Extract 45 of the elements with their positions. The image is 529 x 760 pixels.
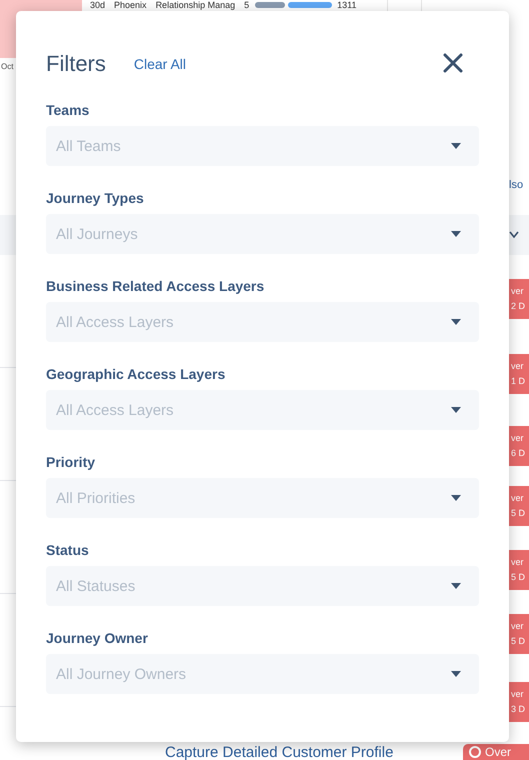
filter-dropdown[interactable]: All Journey Owners — [46, 654, 479, 694]
filter-dropdown[interactable]: All Statuses — [46, 566, 479, 606]
status-badge: ver 6 D — [509, 426, 529, 466]
filter-label: Status — [46, 541, 90, 559]
caret-down-icon — [451, 231, 461, 237]
caret-down-icon — [451, 143, 461, 149]
status-badge: ver 2 D — [509, 279, 529, 319]
filter-dropdown[interactable]: All Priorities — [46, 478, 479, 518]
filter-dropdown[interactable]: All Teams — [46, 126, 479, 166]
clear-all-button[interactable]: Clear All — [134, 56, 186, 72]
close-icon — [443, 53, 463, 73]
caret-down-icon — [451, 407, 461, 413]
dialog-title: Filters — [46, 51, 106, 77]
chart-label: Phoenix — [114, 0, 147, 10]
chevron-down-icon[interactable] — [509, 231, 519, 239]
axis-label: Oct — [1, 62, 14, 71]
caret-down-icon — [451, 583, 461, 589]
circle-icon — [469, 746, 481, 758]
filter-label: Journey Types — [46, 189, 145, 207]
chart-label: 5 — [244, 0, 250, 10]
chart-bar — [255, 2, 286, 8]
chart-value: 1311 — [337, 0, 356, 10]
chart-bar — [288, 2, 332, 8]
journey-link[interactable]: Capture Detailed Customer Profile — [165, 744, 394, 760]
status-badge: ver 5 D — [509, 550, 529, 590]
filter-dropdown[interactable]: All Journeys — [46, 214, 479, 254]
chart-label: Relationship Manag — [156, 0, 236, 10]
column-heading: lso — [509, 178, 524, 193]
filter-label: Journey Owner — [46, 629, 149, 647]
filter-label: Business Related Access Layers — [46, 277, 266, 295]
status-badge: ver 1 D — [509, 354, 529, 394]
close-button[interactable] — [443, 53, 465, 75]
status-badge: Over — [463, 744, 529, 760]
caret-down-icon — [451, 319, 461, 325]
filter-dropdown[interactable]: All Access Layers — [46, 390, 479, 430]
status-badge: ver 5 D — [509, 486, 529, 526]
filter-label: Priority — [46, 453, 96, 471]
caret-down-icon — [451, 671, 461, 677]
filter-label: Geographic Access Layers — [46, 365, 226, 383]
filter-label: Teams — [46, 101, 90, 119]
status-badge: ver 3 D — [509, 682, 529, 722]
caret-down-icon — [451, 495, 461, 501]
chart-label: 30d — [90, 0, 106, 10]
status-badge: ver 5 D — [509, 614, 529, 654]
filter-dropdown[interactable]: All Access Layers — [46, 302, 479, 342]
